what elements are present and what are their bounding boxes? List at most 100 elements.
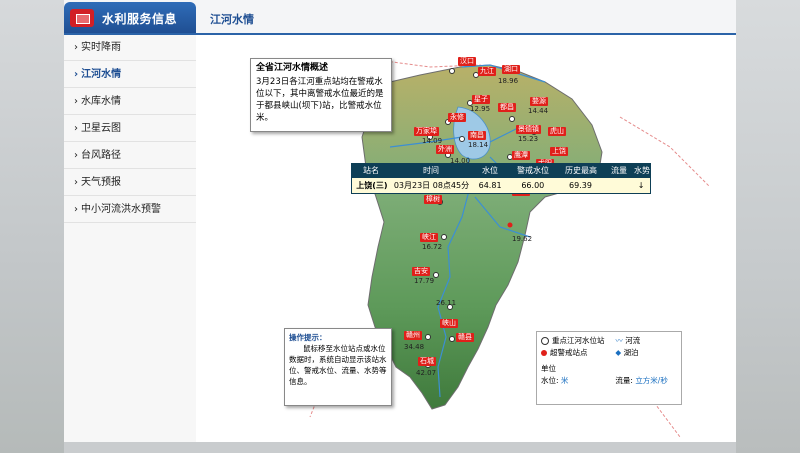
water-level-value[interactable]: 18.96 [498,77,518,85]
station-label[interactable]: 万家埠 [414,127,439,136]
operation-tips: 操作提示： 鼠标移至水位站点或水位数据时，系统自动显示该站水位、警戒水位、流量、… [284,328,392,406]
water-level-value[interactable]: 42.07 [416,369,436,377]
chevron-right-icon: › [74,69,79,80]
section-title: 水利服务信息 [102,12,178,26]
key-station-icon [541,337,549,345]
legend-label: 湖泊 [623,348,639,357]
water-level-value[interactable]: 12.95 [470,105,490,113]
legend-flow-unit: 立方米/秒 [635,376,668,385]
page-title: 江河水情 [210,13,254,26]
overview-title: 全省江河水情概述 [256,63,329,73]
station-label[interactable]: 都昌 [498,103,516,112]
popup-header-cell: 警戒水位 [517,166,549,175]
info-board-icon [70,9,94,27]
sidebar-item-flood-warning[interactable]: › 中小河流洪水预警 [64,197,196,223]
station-label[interactable]: 上饶 [550,147,568,156]
sidebar: › 实时降雨 › 江河水情 › 水库水情 › 卫星云图 › 台风路径 › 天气预报 › 中小河… [64,35,196,442]
station-label[interactable]: 九江 [478,67,496,76]
sidebar-item-label: 台风路径 [81,150,121,161]
sidebar-item-satellite[interactable]: › 卫星云图 [64,116,196,142]
sidebar-item-label: 江河水情 [81,69,122,80]
map-legend: 重点江河水位站 〰 河流 超警戒站点 ◆ 湖泊 单位 水位: 米 流量: 立方米… [536,331,682,405]
legend-label: 超警戒站点 [550,348,588,357]
main-panel: 水利服务信息 江河水情 › 实时降雨 › 江河水情 › 水库水情 › 卫星云图 › 台风路… [64,0,736,442]
station-label[interactable]: 峡山 [440,319,458,328]
popup-header-cell: 站名 [363,166,379,175]
water-level-value[interactable]: 19.62 [512,235,532,243]
top-bar: 水利服务信息 江河水情 [64,0,736,35]
popup-header-cell: 时间 [423,166,439,175]
popup-data-row: 上饶(三) 03月23日 08点45分 64.81 66.00 69.39 ↓ [351,178,651,194]
water-level-value[interactable]: 14.44 [528,107,548,115]
background-right [736,0,800,453]
overview-text: 3月23日各江河重点站均在警戒水位以下，其中离警戒水位最近的是于都县峡山(坝下)… [256,77,384,123]
chevron-right-icon: › [74,177,78,188]
station-label[interactable]: 南昌 [468,131,486,140]
water-level-value[interactable]: 26.11 [436,299,456,307]
legend-label: 河流 [625,336,641,345]
legend-label: 重点江河水位站 [552,336,605,345]
station-label[interactable]: 赣县 [456,333,474,342]
over-warning-icon [541,350,547,356]
chevron-right-icon: › [74,150,78,161]
chevron-right-icon: › [74,42,78,53]
legend-row: 超警戒站点 ◆ 湖泊 [541,347,677,359]
sidebar-item-rainfall[interactable]: › 实时降雨 [64,35,196,61]
station-label[interactable]: 鹰潭 [512,151,530,160]
station-label[interactable]: 景德镇 [516,125,541,134]
station-label[interactable]: 永修 [448,113,466,122]
legend-level-unit: 米 [560,376,569,385]
station-label[interactable]: 婺源 [530,97,548,106]
legend-unit-title: 单位 [541,364,556,373]
popup-header-cell: 水势 [634,166,650,175]
sidebar-item-label: 实时降雨 [81,42,121,53]
lake-icon: ◆ [615,348,622,357]
legend-unit-row: 水位: 米 流量: 立方米/秒 [541,375,677,387]
sidebar-item-label: 卫星云图 [81,123,121,134]
station-label[interactable]: 峡江 [420,233,438,242]
popup-cell-level: 64.81 [478,181,502,190]
water-level-value[interactable]: 16.72 [422,243,442,251]
popup-cell-historic: 69.39 [569,181,592,190]
legend-row: 重点江河水位站 〰 河流 [541,335,677,347]
station-label[interactable]: 石城 [418,357,436,366]
station-label[interactable]: 星子 [472,95,490,104]
tips-text: 鼠标移至水位站点或水位数据时，系统自动显示该站水位、警戒水位、流量、水势等信息。 [289,344,387,386]
tips-title: 操作提示： [289,333,327,342]
water-level-value[interactable]: 34.48 [404,343,424,351]
station-label[interactable]: 湖口 [502,65,520,74]
sidebar-item-weather[interactable]: › 天气预报 [64,170,196,196]
sidebar-item-river-water[interactable]: › 江河水情 [64,62,196,88]
sidebar-item-label: 天气预报 [81,177,121,188]
river-icon: 〰 [615,336,623,345]
overview-box: 全省江河水情概述 3月23日各江河重点站均在警戒水位以下，其中离警戒水位最近的是… [250,58,392,132]
popup-cell-station: 上饶(三) [356,181,388,190]
sidebar-item-label: 水库水情 [81,96,121,107]
water-level-value[interactable]: 18.14 [468,141,488,149]
sidebar-item-typhoon[interactable]: › 台风路径 [64,143,196,169]
sidebar-item-label: 中小河流洪水预警 [81,204,161,215]
sidebar-item-reservoir[interactable]: › 水库水情 [64,89,196,115]
station-label[interactable]: 虎山 [548,127,566,136]
station-label[interactable]: 外洲 [436,145,454,154]
water-level-value[interactable]: 17.79 [414,277,434,285]
popup-header-row: 站名 时间 水位 警戒水位 历史最高 流量 水势 [351,163,651,178]
section-header-tab: 水利服务信息 [64,2,196,33]
legend-flow-label: 流量: [615,376,633,385]
chevron-right-icon: › [74,96,78,107]
popup-header-cell: 流量 [611,166,627,175]
station-label[interactable]: 汉口 [458,57,476,66]
popup-header-cell: 历史最高 [565,166,597,175]
popup-cell-time: 03月23日 08点45分 [393,181,470,190]
water-level-value[interactable]: 14.09 [422,137,442,145]
background-left [0,0,64,453]
popup-cell-warning: 66.00 [521,181,545,190]
popup-header-cell: 水位 [482,166,498,175]
station-info-popup: 站名 时间 水位 警戒水位 历史最高 流量 水势 上饶(三) 03月23日 08… [351,163,651,197]
arrow-down-icon: ↓ [637,181,645,190]
water-level-value[interactable]: 15.23 [518,135,538,143]
station-label[interactable]: 吉安 [412,267,430,276]
chevron-right-icon: › [74,123,78,134]
station-label[interactable]: 赣州 [404,331,422,340]
chevron-right-icon: › [74,204,78,215]
